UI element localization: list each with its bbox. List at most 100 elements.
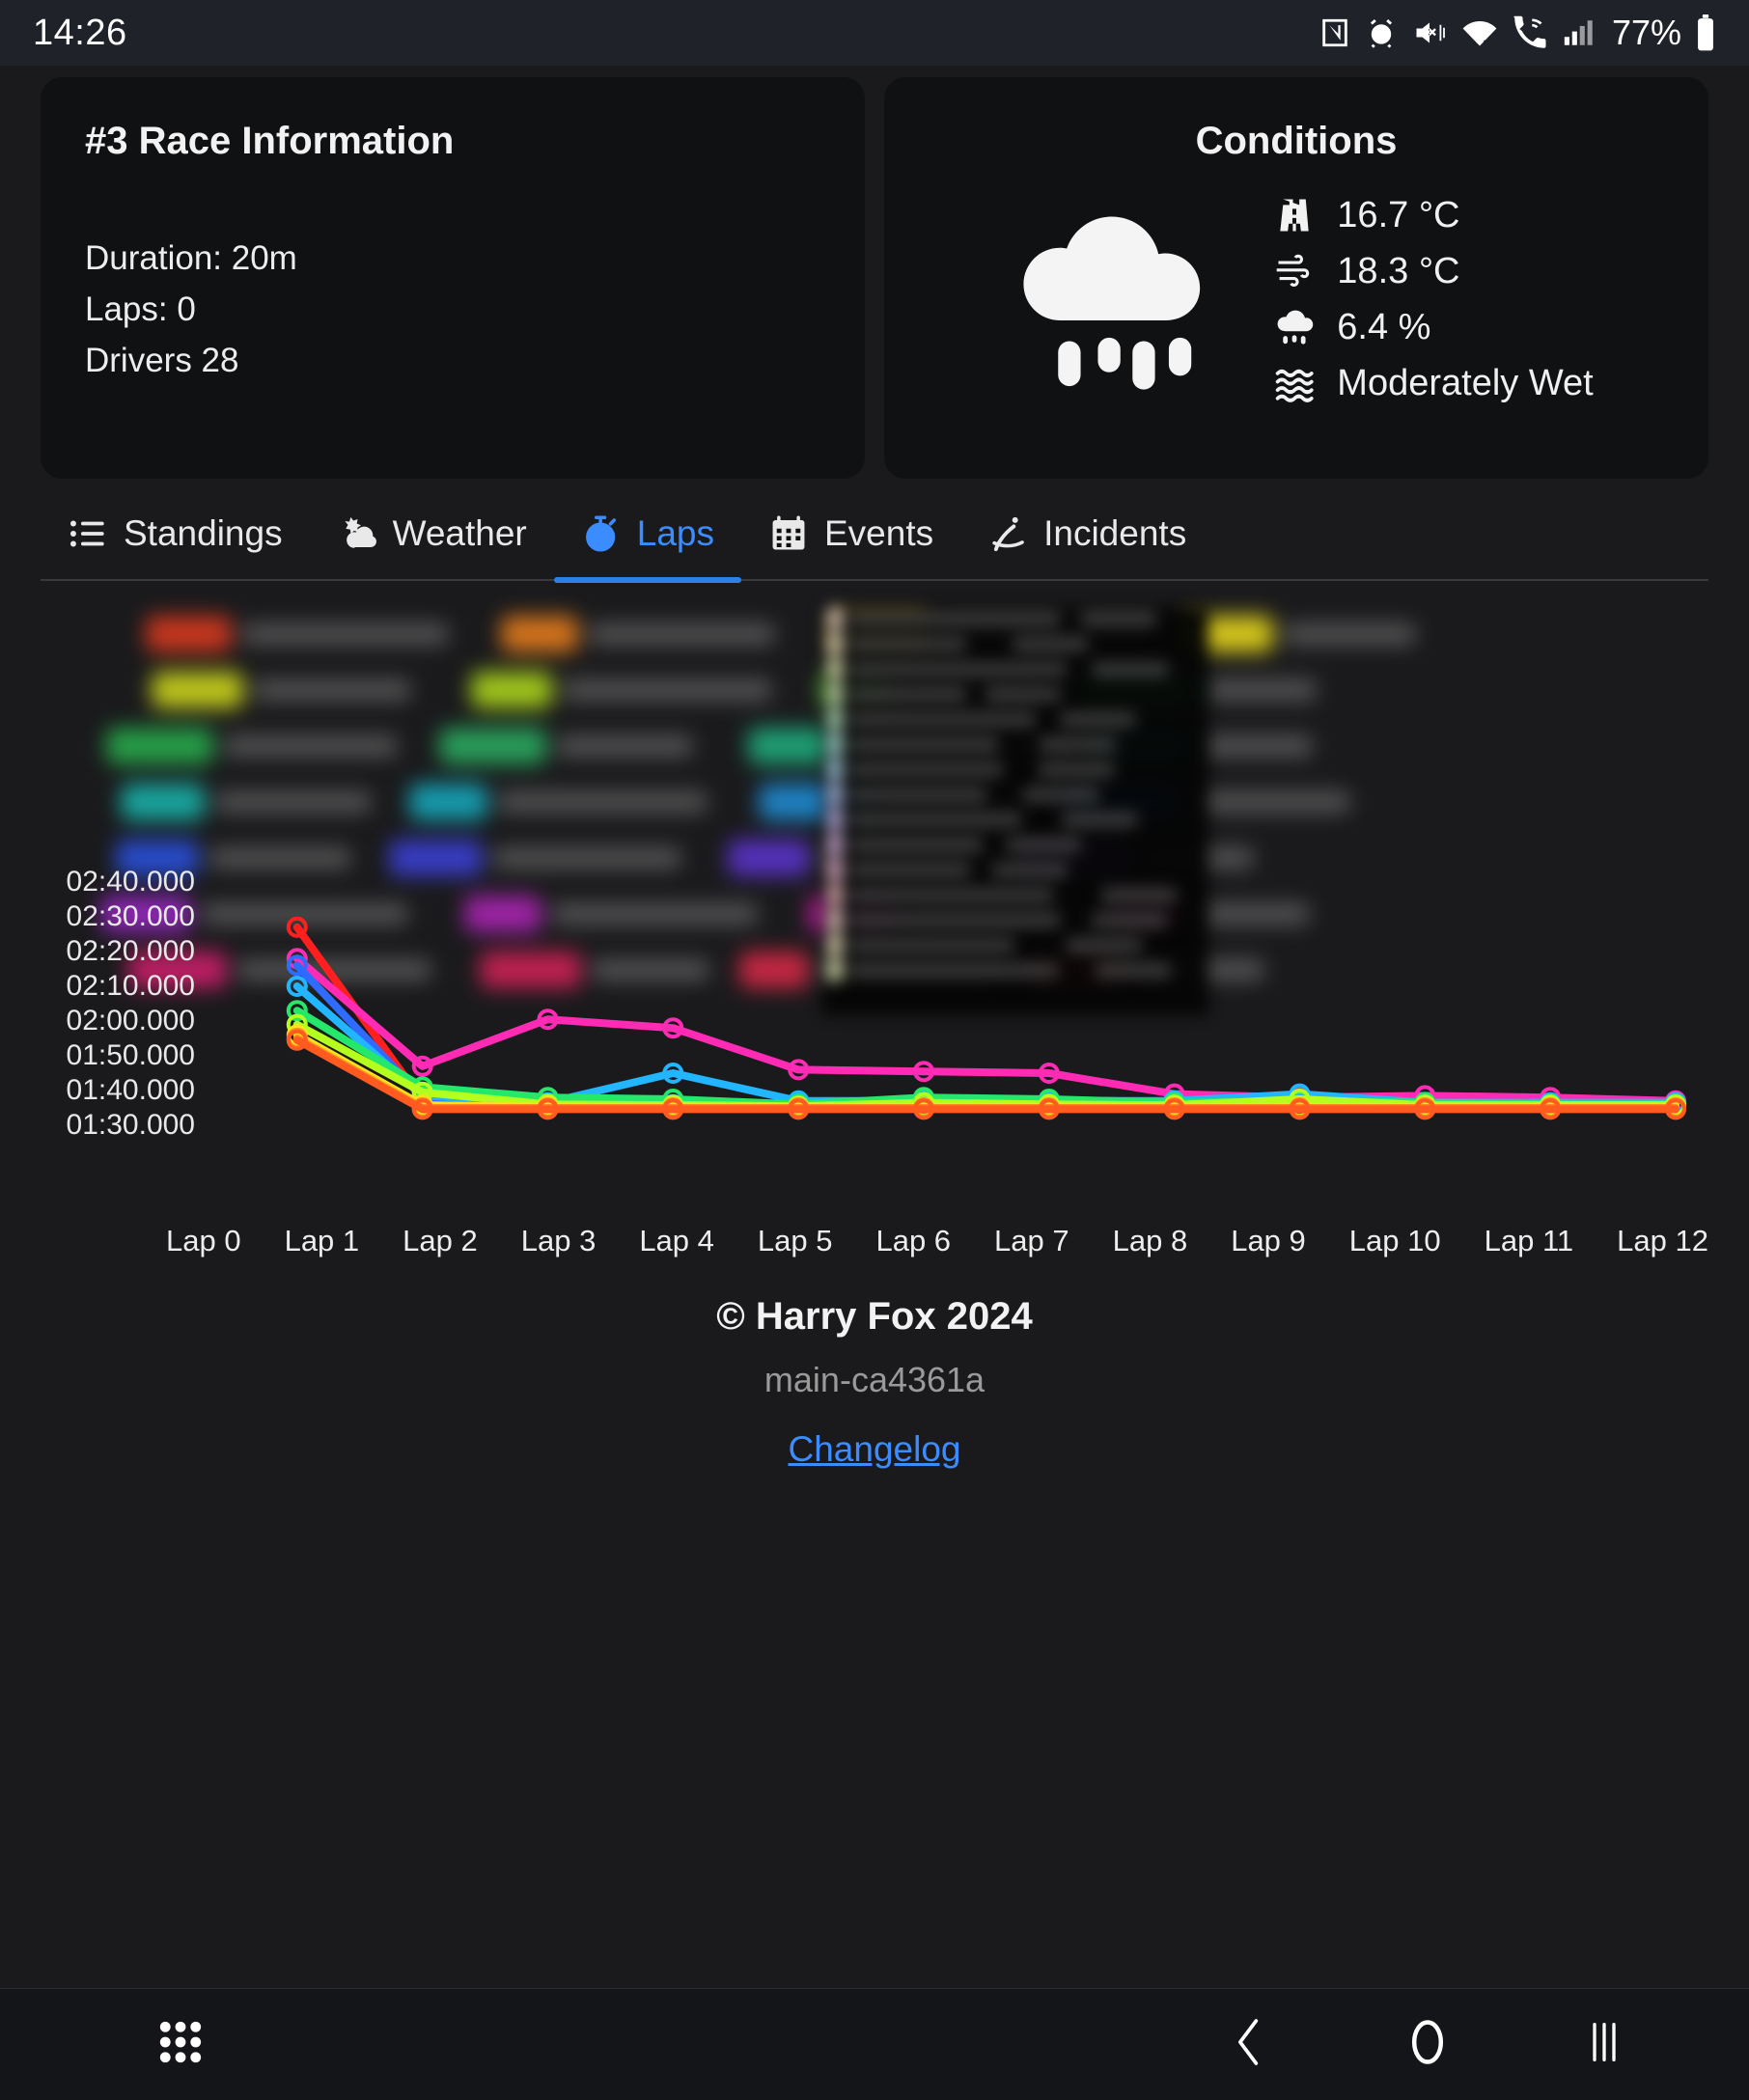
tab-weather[interactable]: Weather bbox=[310, 500, 554, 579]
android-nav-bar bbox=[0, 1988, 1749, 2100]
lap-times-chart[interactable]: 02:40.000 02:30.000 02:20.000 02:10.000 02:0… bbox=[41, 606, 1708, 1262]
tooltip-lap-time bbox=[992, 863, 1068, 877]
copyright-text: © Harry Fox 2024 bbox=[0, 1295, 1749, 1339]
rain-cloud-small-icon bbox=[1273, 306, 1316, 348]
tooltip-color-swatch bbox=[828, 909, 842, 930]
tooltip-color-swatch bbox=[828, 658, 842, 679]
tooltip-driver-name bbox=[849, 662, 1067, 677]
tooltip-driver-name bbox=[849, 737, 998, 752]
battery-icon bbox=[1695, 14, 1716, 51]
tooltip-row bbox=[822, 681, 1208, 706]
legend-item[interactable] bbox=[106, 728, 397, 764]
battery-percent-label: 77% bbox=[1612, 13, 1681, 53]
tooltip-row bbox=[822, 631, 1208, 656]
legend-item[interactable] bbox=[409, 784, 708, 820]
tooltip-row bbox=[822, 857, 1208, 882]
tab-weather-label: Weather bbox=[393, 513, 527, 554]
legend-driver-name bbox=[494, 847, 681, 869]
tooltip-color-swatch bbox=[828, 708, 842, 730]
tooltip-lap-time bbox=[1006, 838, 1081, 852]
x-tick-label: Lap 3 bbox=[521, 1224, 597, 1258]
tooltip-row bbox=[822, 656, 1208, 681]
legend-item[interactable] bbox=[389, 840, 681, 876]
legend-color-chip bbox=[439, 728, 547, 764]
race-duration-line: Duration: 20m bbox=[85, 233, 820, 284]
x-tick-label: Lap 11 bbox=[1485, 1224, 1574, 1258]
conditions-air-temp-value: 18.3 °C bbox=[1337, 251, 1459, 292]
tooltip-row bbox=[822, 732, 1208, 757]
summary-cards: #3 Race Information Duration: 20m Laps: … bbox=[0, 66, 1749, 479]
tooltip-color-swatch bbox=[828, 834, 842, 855]
tooltip-driver-name bbox=[849, 637, 966, 651]
apps-grid-button[interactable] bbox=[154, 2016, 207, 2073]
legend-item[interactable] bbox=[152, 672, 410, 708]
calendar-icon bbox=[768, 513, 809, 554]
tooltip-lap-time bbox=[1093, 662, 1168, 677]
x-tick-label: Lap 4 bbox=[639, 1224, 714, 1258]
chart-tooltip bbox=[822, 606, 1208, 1015]
legend-item[interactable] bbox=[439, 728, 693, 764]
legend-item[interactable] bbox=[471, 672, 771, 708]
tab-laps[interactable]: Laps bbox=[554, 500, 741, 579]
legend-color-chip bbox=[409, 784, 488, 820]
race-information-card: #3 Race Information Duration: 20m Laps: … bbox=[41, 77, 865, 479]
back-button[interactable] bbox=[1228, 2015, 1270, 2074]
legend-driver-name bbox=[1205, 679, 1315, 701]
chart-series-line bbox=[297, 1010, 1676, 1104]
x-tick-label: Lap 0 bbox=[166, 1224, 241, 1258]
legend-item[interactable] bbox=[121, 784, 371, 820]
tooltip-driver-name bbox=[849, 888, 1053, 902]
legend-driver-name bbox=[210, 847, 350, 869]
tooltip-color-swatch bbox=[828, 859, 842, 880]
road-icon bbox=[1273, 194, 1316, 236]
x-tick-label: Lap 10 bbox=[1349, 1224, 1441, 1258]
race-information-title: #3 Race Information bbox=[85, 120, 820, 163]
wifi-icon bbox=[1461, 15, 1498, 50]
recents-button[interactable] bbox=[1585, 2015, 1624, 2074]
recents-icon bbox=[1585, 2015, 1624, 2069]
tab-standings[interactable]: Standings bbox=[41, 500, 310, 579]
home-button[interactable] bbox=[1405, 2015, 1450, 2074]
signal-icon bbox=[1562, 15, 1595, 50]
tooltip-driver-name bbox=[849, 712, 1036, 727]
legend-driver-name bbox=[564, 679, 771, 701]
legend-item[interactable] bbox=[1182, 616, 1415, 652]
legend-item[interactable] bbox=[501, 616, 774, 652]
tab-incidents-label: Incidents bbox=[1043, 513, 1186, 554]
legend-driver-name bbox=[590, 623, 774, 645]
home-icon bbox=[1405, 2015, 1450, 2069]
legend-color-chip bbox=[389, 840, 483, 876]
tooltip-lap-time bbox=[1040, 737, 1115, 752]
tooltip-lap-time bbox=[1092, 913, 1167, 927]
tooltip-color-swatch bbox=[828, 759, 842, 780]
rain-cloud-icon bbox=[999, 196, 1221, 403]
tooltip-color-swatch bbox=[828, 934, 842, 955]
tab-events[interactable]: Events bbox=[741, 500, 960, 579]
tab-incidents[interactable]: Incidents bbox=[960, 500, 1213, 579]
tooltip-lap-time bbox=[1013, 637, 1088, 651]
tooltip-lap-time bbox=[1081, 612, 1156, 626]
tooltip-row bbox=[822, 882, 1208, 907]
race-drivers-line: Drivers 28 bbox=[85, 335, 820, 386]
changelog-link[interactable]: Changelog bbox=[789, 1429, 961, 1470]
tab-laps-label: Laps bbox=[637, 513, 714, 554]
x-tick-label: Lap 2 bbox=[403, 1224, 478, 1258]
status-bar: 14:26 77% bbox=[0, 0, 1749, 66]
legend-driver-name bbox=[255, 679, 409, 701]
legend-driver-name bbox=[1199, 735, 1311, 757]
tooltip-color-swatch bbox=[828, 633, 842, 654]
tooltip-driver-name bbox=[849, 788, 986, 802]
tooltip-row bbox=[822, 907, 1208, 932]
tooltip-lap-time bbox=[1096, 963, 1171, 978]
tooltip-driver-name bbox=[849, 813, 1021, 827]
tooltip-color-swatch bbox=[828, 683, 842, 705]
list-icon bbox=[68, 513, 108, 554]
tooltip-row bbox=[822, 757, 1208, 782]
tab-bar-container: Standings Weather Laps Events Incidents bbox=[0, 479, 1749, 581]
legend-driver-name bbox=[225, 735, 397, 757]
tooltip-driver-name bbox=[849, 938, 1014, 953]
x-tick-label: Lap 5 bbox=[758, 1224, 833, 1258]
legend-color-chip bbox=[501, 616, 578, 652]
legend-item[interactable] bbox=[146, 616, 448, 652]
tooltip-color-swatch bbox=[828, 809, 842, 830]
